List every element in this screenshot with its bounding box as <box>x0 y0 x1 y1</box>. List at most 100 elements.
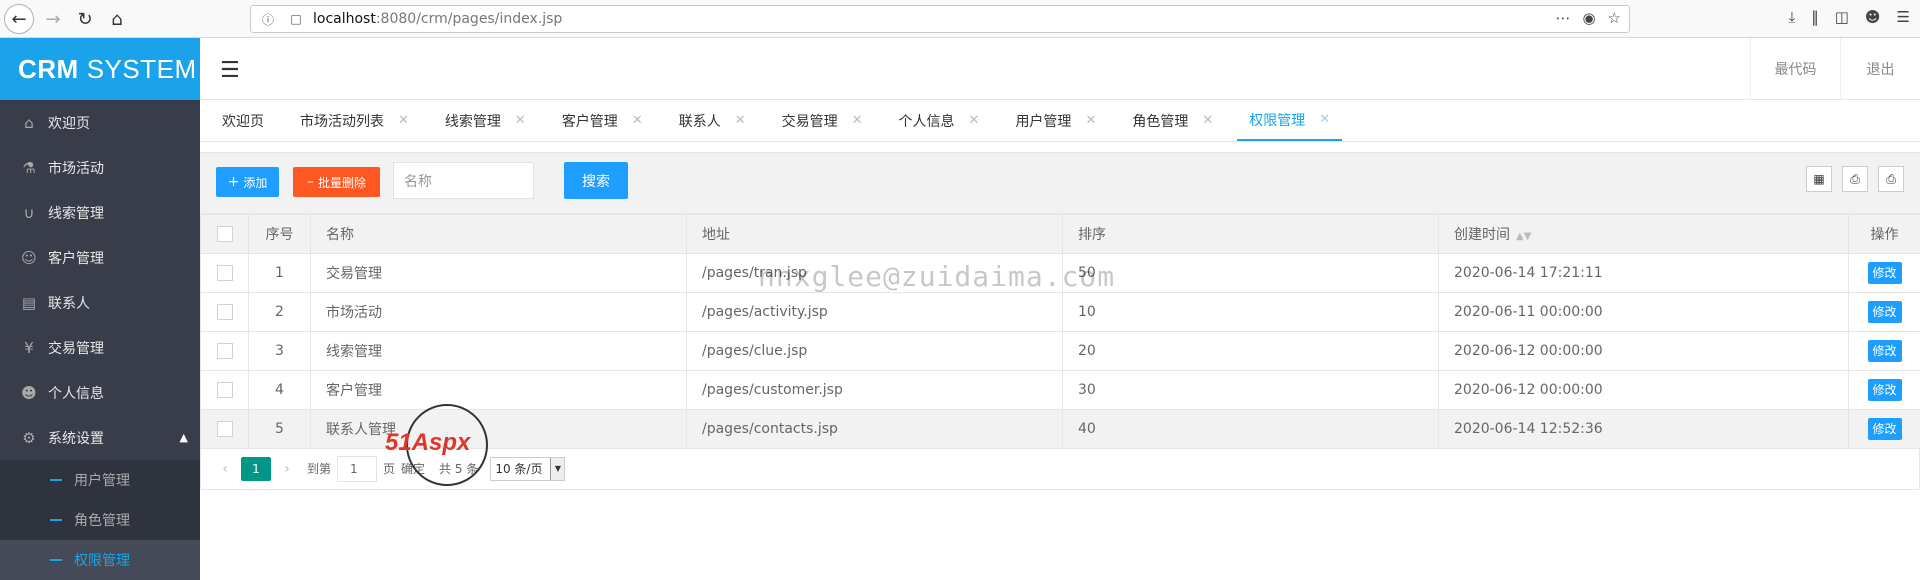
column-header-created-label: 创建时间 <box>1454 227 1510 243</box>
close-icon[interactable]: ✕ <box>852 113 863 128</box>
tab-permissions[interactable]: 权限管理✕ <box>1237 100 1342 141</box>
edit-button[interactable]: 修改 <box>1868 301 1902 323</box>
sort-icon[interactable]: ▲▼ <box>1516 231 1531 242</box>
cell-order: 20 <box>1063 332 1439 371</box>
goto-page-input[interactable]: 1 <box>337 456 377 482</box>
library-icon[interactable]: ‖ <box>1811 8 1819 26</box>
sidebar-item-profile[interactable]: ☻ 个人信息 <box>0 370 200 415</box>
info-icon[interactable]: ⓘ <box>257 11 279 28</box>
sidebar-subitem-users[interactable]: 用户管理 <box>0 460 200 500</box>
forward-arrow-icon[interactable]: → <box>38 4 68 34</box>
reload-icon[interactable]: ↻ <box>70 4 100 34</box>
home-icon[interactable]: ⌂ <box>102 4 132 34</box>
close-icon[interactable]: ✕ <box>398 113 409 128</box>
sidebar-item-label: 客户管理 <box>48 248 104 268</box>
logout-link[interactable]: 退出 <box>1840 38 1920 100</box>
sidebar-subitem-label: 用户管理 <box>74 470 130 490</box>
sidebar-subitem-label: 权限管理 <box>74 550 130 570</box>
close-icon[interactable]: ✕ <box>632 113 643 128</box>
close-icon[interactable]: ✕ <box>1202 113 1213 128</box>
cell-actions: 修改 <box>1849 371 1920 410</box>
edit-button[interactable]: 修改 <box>1868 418 1902 440</box>
menu-toggle-icon[interactable]: ☰ <box>220 58 240 83</box>
row-checkbox[interactable] <box>217 382 233 398</box>
sidebar-subitem-permissions[interactable]: 权限管理 <box>0 540 200 580</box>
tab-clue[interactable]: 线索管理✕ <box>433 100 538 141</box>
bookmark-star-icon[interactable]: ☆ <box>1608 9 1621 27</box>
tab-users[interactable]: 用户管理✕ <box>1003 100 1108 141</box>
row-select-cell[interactable] <box>201 332 249 371</box>
sidebar-item-trade[interactable]: ¥ 交易管理 <box>0 325 200 370</box>
print-icon[interactable]: ⎙ <box>1878 166 1904 192</box>
row-checkbox[interactable] <box>217 421 233 437</box>
close-icon[interactable]: ✕ <box>735 113 746 128</box>
search-button[interactable]: 搜索 <box>564 162 628 199</box>
page-actions-icon[interactable]: ⋯ <box>1555 9 1570 27</box>
row-checkbox[interactable] <box>217 343 233 359</box>
sidebar-item-contacts[interactable]: ▤ 联系人 <box>0 280 200 325</box>
url-text[interactable]: localhost:8080/crm/pages/index.jsp <box>313 11 562 27</box>
columns-filter-icon[interactable]: ▦ <box>1806 166 1832 192</box>
page-size-select[interactable]: 10 条/页 ▼ <box>490 457 565 481</box>
row-select-cell[interactable] <box>201 371 249 410</box>
add-button[interactable]: + 添加 <box>216 167 279 197</box>
download-icon[interactable]: ⤓ <box>1789 8 1796 26</box>
row-checkbox[interactable] <box>217 304 233 320</box>
sidebar-item-activity[interactable]: ⚗ 市场活动 <box>0 145 200 190</box>
column-header-index: 序号 <box>249 215 311 254</box>
sidebar-item-settings[interactable]: ⚙ 系统设置 ▲ <box>0 415 200 460</box>
tab-customer[interactable]: 客户管理✕ <box>550 100 655 141</box>
edit-button[interactable]: 修改 <box>1868 262 1902 284</box>
row-select-cell[interactable] <box>201 254 249 293</box>
sidebar-item-customer[interactable]: ☺ 客户管理 <box>0 235 200 280</box>
select-all-checkbox[interactable] <box>217 226 233 242</box>
logo-rest: SYSTEM <box>87 54 197 85</box>
tab-contacts[interactable]: 联系人✕ <box>667 100 758 141</box>
column-header-created[interactable]: 创建时间 ▲▼ <box>1439 215 1849 254</box>
back-arrow-icon[interactable]: ← <box>4 4 34 34</box>
sidebar-item-label: 交易管理 <box>48 338 104 358</box>
url-bar[interactable]: ⓘ □ localhost:8080/crm/pages/index.jsp ⋯… <box>250 5 1630 33</box>
edit-button[interactable]: 修改 <box>1868 340 1902 362</box>
browser-menu-icon[interactable]: ☰ <box>1897 8 1910 26</box>
tab-label: 欢迎页 <box>222 111 264 131</box>
next-page-icon[interactable]: › <box>277 461 297 477</box>
cell-name: 线索管理 <box>311 332 687 371</box>
export-icon[interactable]: ⎙ <box>1842 166 1868 192</box>
batch-delete-button[interactable]: – 批量删除 <box>293 167 380 197</box>
tab-roles[interactable]: 角色管理 ✕ <box>1120 100 1225 141</box>
tab-profile[interactable]: 个人信息 ✕ <box>887 100 992 141</box>
row-select-cell[interactable] <box>201 293 249 332</box>
tab-trade[interactable]: 交易管理 ✕ <box>770 100 875 141</box>
row-checkbox[interactable] <box>217 265 233 281</box>
cell-name: 市场活动 <box>311 293 687 332</box>
sidebar-item-clue[interactable]: ∪ 线索管理 <box>0 190 200 235</box>
sidebar-item-label: 个人信息 <box>48 383 104 403</box>
account-icon[interactable]: ☻ <box>1865 8 1881 26</box>
cell-created: 2020-06-14 17:21:11 <box>1439 254 1849 293</box>
search-input[interactable] <box>393 162 534 199</box>
tab-welcome[interactable]: 欢迎页 <box>210 100 276 141</box>
page-icon: □ <box>285 12 307 26</box>
page-number-current[interactable]: 1 <box>241 457 271 481</box>
tab-label: 个人信息 <box>899 111 955 131</box>
close-icon[interactable]: ✕ <box>1085 113 1096 128</box>
sidebar-toggle-icon[interactable]: ◫ <box>1835 8 1849 26</box>
tab-label: 交易管理 <box>782 111 838 131</box>
sidebar-subitem-roles[interactable]: 角色管理 <box>0 500 200 540</box>
close-icon[interactable]: ✕ <box>969 113 980 128</box>
recent-code-link[interactable]: 最代码 <box>1750 38 1840 100</box>
close-icon[interactable]: ✕ <box>515 113 526 128</box>
close-icon[interactable]: ✕ <box>1319 112 1330 127</box>
select-all-cell[interactable] <box>201 215 249 254</box>
watermark-logo: 51Aspx <box>385 402 495 488</box>
sidebar-item-label: 欢迎页 <box>48 113 90 133</box>
pocket-icon[interactable]: ◉ <box>1582 9 1595 27</box>
edit-button[interactable]: 修改 <box>1868 379 1902 401</box>
row-select-cell[interactable] <box>201 410 249 449</box>
sidebar-item-welcome[interactable]: ⌂ 欢迎页 <box>0 100 200 145</box>
tab-label: 角色管理 <box>1132 111 1188 131</box>
prev-page-icon[interactable]: ‹ <box>215 461 235 477</box>
app-logo[interactable]: CRMSYSTEM <box>0 38 200 100</box>
tab-activity-list[interactable]: 市场活动列表✕ <box>288 100 421 141</box>
